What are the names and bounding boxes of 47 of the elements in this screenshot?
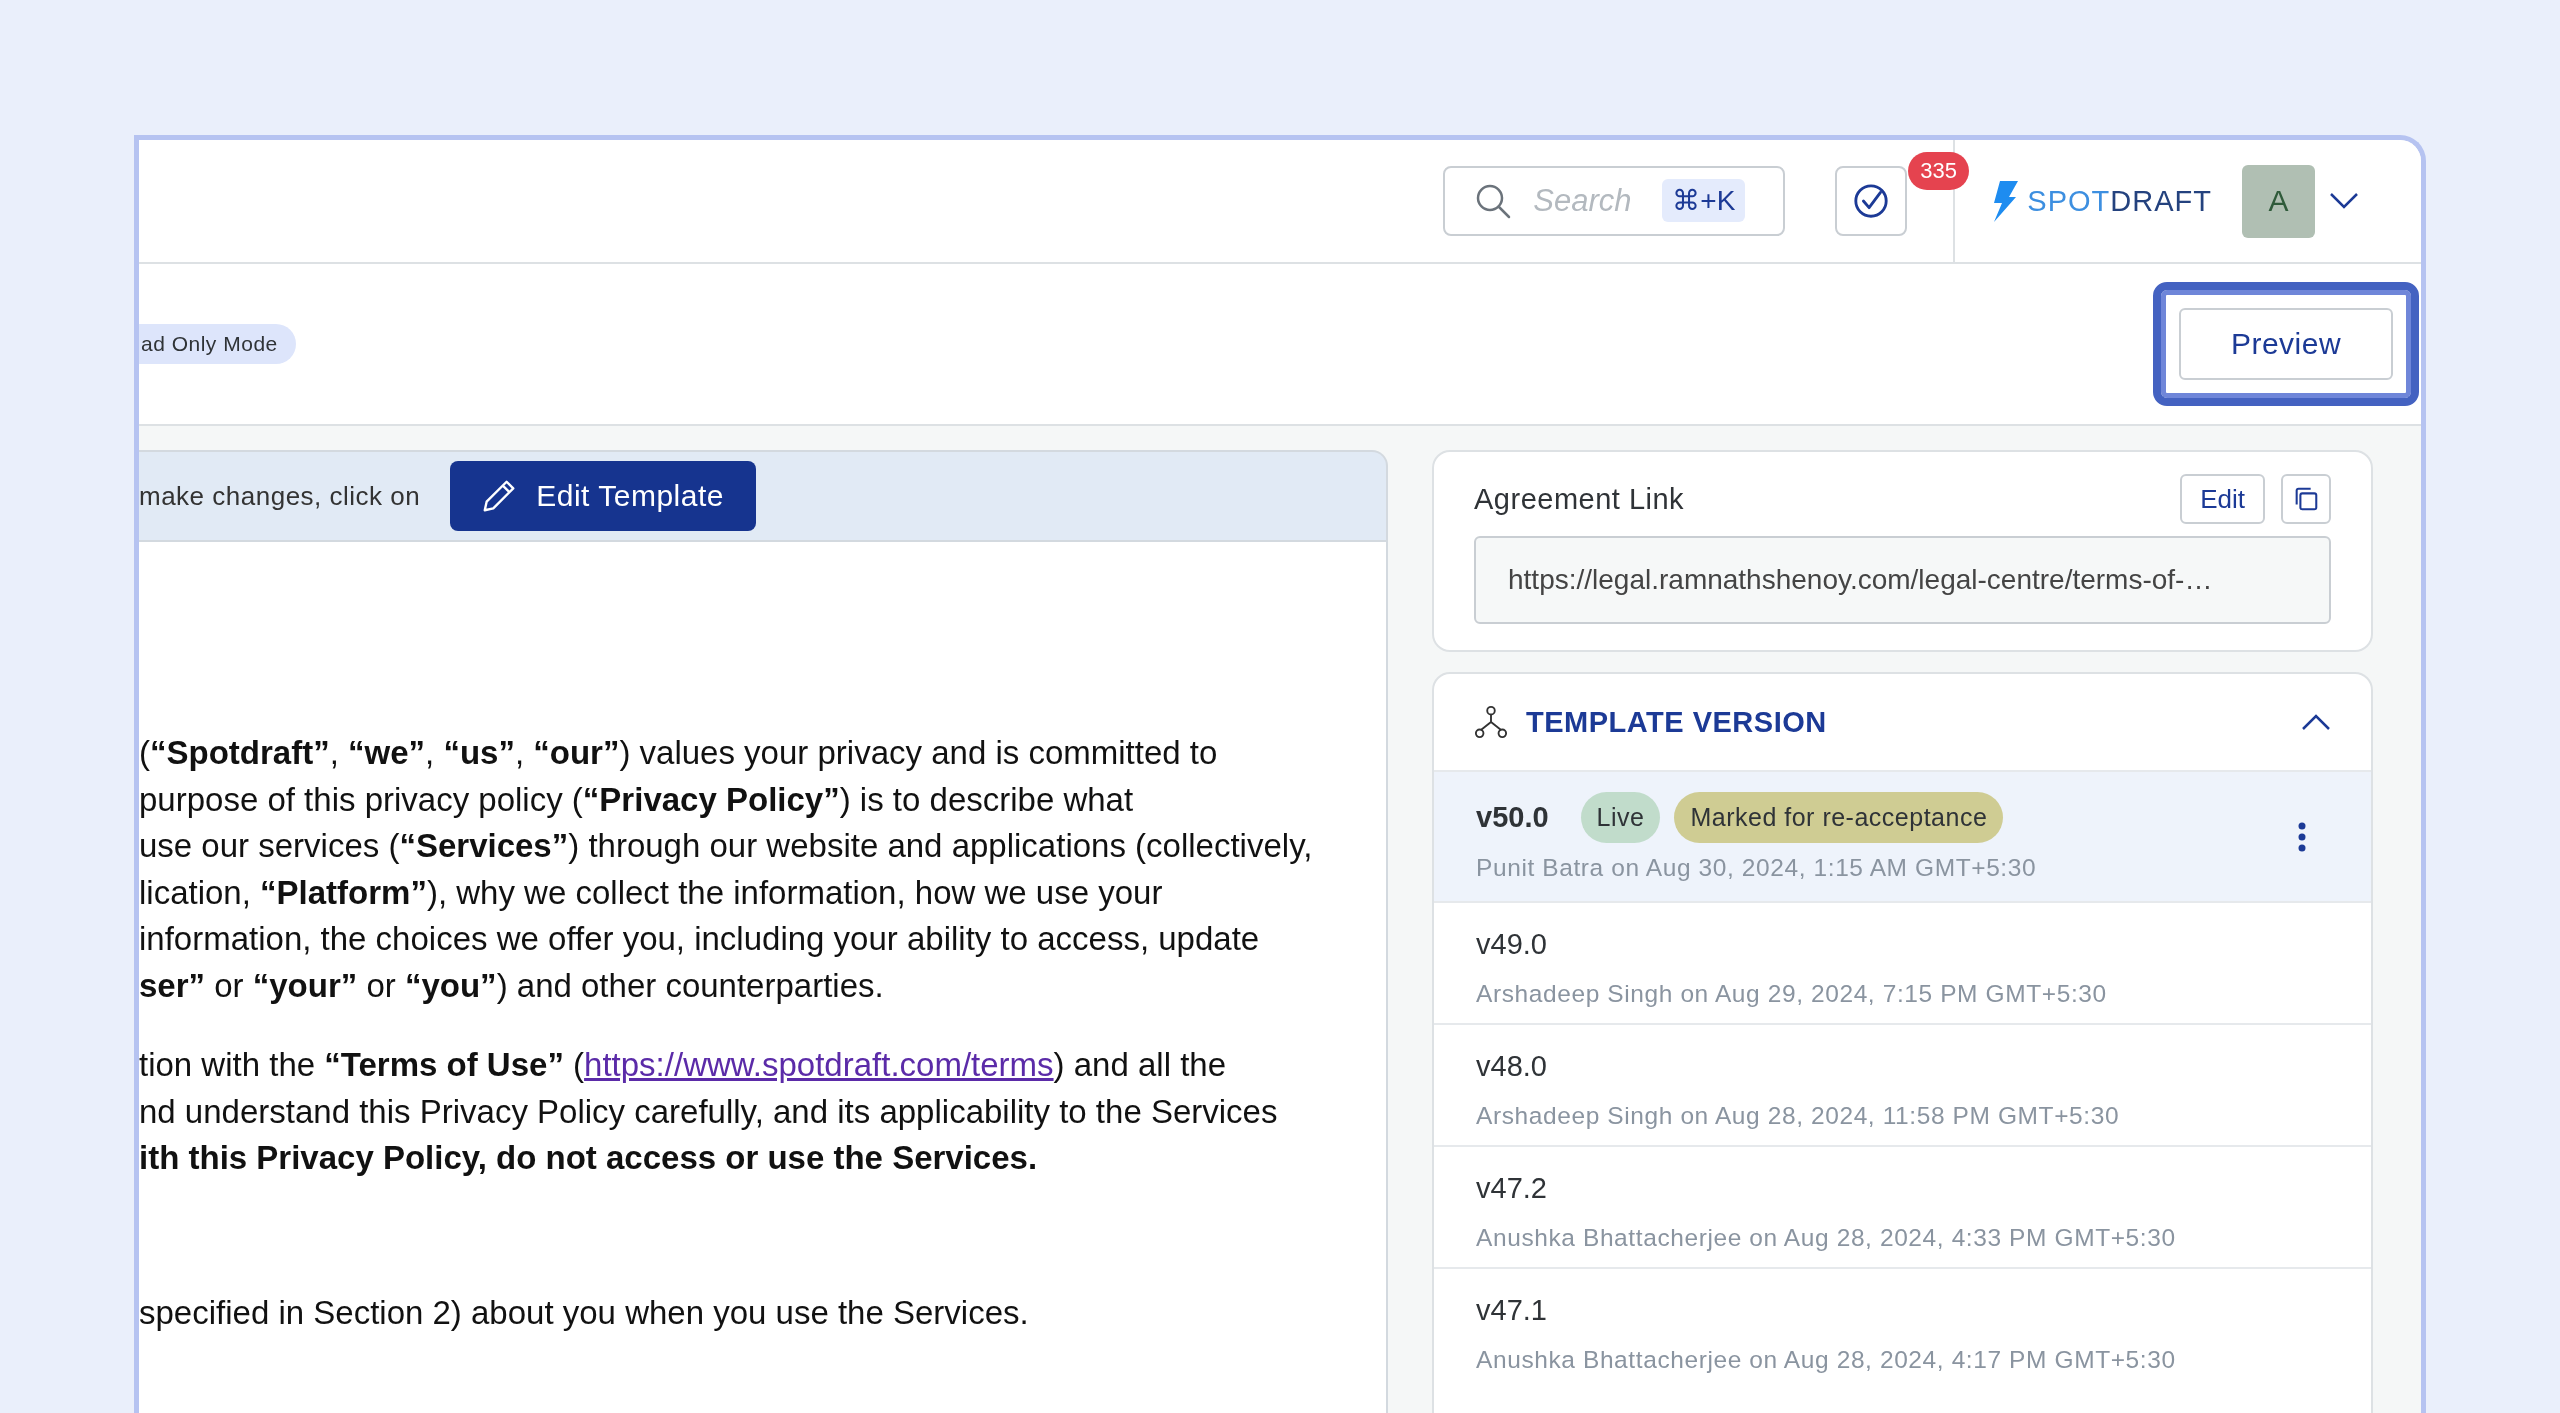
version-item[interactable]: v48.0 Arshadeep Singh on Aug 28, 2024, 11:58 PM GMT+5:30 [1434,1023,2371,1145]
version-meta: Arshadeep Singh on Aug 28, 2024, 11:58 PM GMT+5:30 [1476,1102,2121,1130]
document-text-line: use our services (“Services”) through our website and applications (collectively, [139,826,1314,866]
section-title: TEMPLATE VERSION [1526,705,1828,739]
document-text-line: purpose of this privacy policy (“Privacy Policy”) is to describe what [139,779,1135,820]
version-number: v47.1 [1476,1293,1547,1327]
version-item[interactable]: v47.2 Anushka Bhattacherjee on Aug 28, 2024, 4:33 PM GMT+5:30 [1434,1145,2371,1267]
logo-text: SPOTDRAFT [2027,184,2212,218]
card-title: Agreement Link [1474,482,1686,516]
version-meta: Punit Batra on Aug 30, 2024, 1:15 AM GMT+5:30 [1476,853,2038,882]
chevron-down-icon[interactable] [2329,192,2359,210]
version-meta: Arshadeep Singh on Aug 29, 2024, 7:15 PM GMT+5:30 [1476,980,2108,1008]
document-text-line: tion with the “Terms of Use” (https://www.spotdraft.com/terms) and all the [139,1045,1227,1085]
shortcut-hint: ⌘+K [1662,179,1746,222]
terms-link[interactable]: https://www.spotdraft.com/terms [584,1046,1054,1083]
mode-badge: ad Only Mode [139,324,296,364]
document-text-line: specified in Section 2) about you when you use the Services. [139,1292,1030,1333]
version-item[interactable]: v49.0 Arshadeep Singh on Aug 29, 2024, 7:15 PM GMT+5:30 [1434,901,2371,1023]
version-item[interactable]: v47.1 Anushka Bhattacherjee on Aug 28, 2024, 4:17 PM GMT+5:30 [1434,1267,2371,1389]
edit-button[interactable]: Edit [2180,474,2265,524]
copy-button[interactable] [2281,474,2331,524]
version-item[interactable]: v50.0 Live Marked for re-acceptance Punit Batra on Aug 30, 2024, 1:15 AM GMT+5:30 [1434,770,2371,901]
branch-icon [1474,705,1508,739]
document-text-line: ith this Privacy Policy, do not access or use the Services. [139,1138,1039,1178]
edit-template-button[interactable]: Edit Template [450,461,756,531]
document-text-line: nd understand this Privacy Policy carefully, and its applicability to the Services [139,1091,1279,1132]
banner-text: make changes, click on [139,480,421,512]
version-number: v49.0 [1476,927,1547,961]
version-number: v50.0 [1476,801,1549,834]
avatar[interactable]: A [2242,164,2315,238]
preview-button[interactable]: Preview [2179,308,2393,380]
document-text-line: lication, “Platform”), why we collect the information, how we use your [139,872,1164,913]
check-circle-icon [1852,182,1891,220]
document-text-line: (“Spotdraft”, “we”, “us”, “our”) values your privacy and is committed to [139,733,1219,773]
status-tag: Live [1580,792,1661,843]
more-icon[interactable] [2297,821,2307,852]
url-field[interactable]: https://legal.ramnathshenoy.com/legal-centre/terms-of-… [1474,536,2331,624]
tasks-button[interactable] [1835,166,1908,236]
version-number: v48.0 [1476,1049,1547,1083]
document-text-line: ser” or “your” or “you”) and other counterparties. [139,965,885,1006]
version-meta: Anushka Bhattacherjee on Aug 28, 2024, 4:17 PM GMT+5:30 [1476,1346,2177,1374]
notification-badge: 335 [1908,152,1970,190]
version-meta: Anushka Bhattacherjee on Aug 28, 2024, 4:33 PM GMT+5:30 [1476,1224,2177,1252]
document-text-line: information, the choices we offer you, including your ability to access, update [139,919,1261,959]
chevron-up-icon[interactable] [2301,713,2331,731]
version-number: v47.2 [1476,1171,1547,1205]
status-tag: Marked for re-acceptance [1674,792,2004,843]
